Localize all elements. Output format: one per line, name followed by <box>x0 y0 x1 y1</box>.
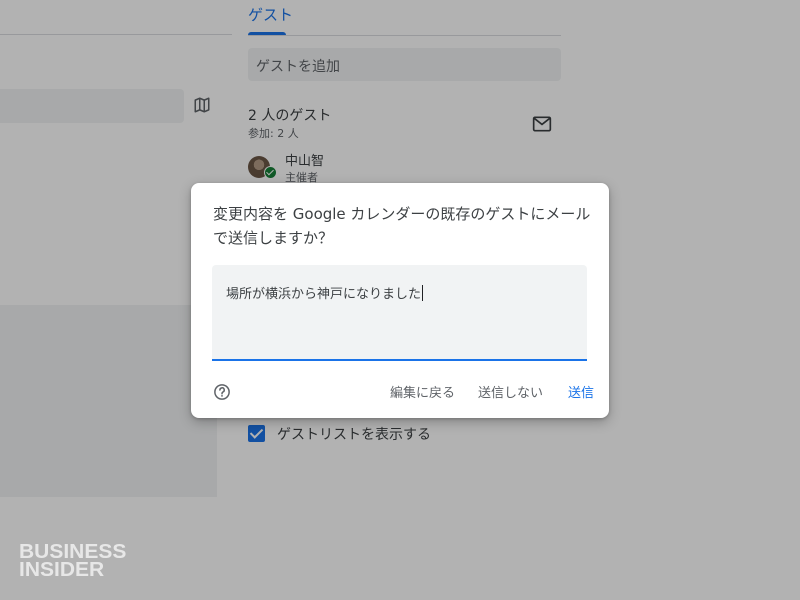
dont-send-button[interactable]: 送信しない <box>478 382 543 401</box>
send-button[interactable]: 送信 <box>568 382 594 401</box>
business-insider-watermark: BUSINESS INSIDER <box>19 541 127 581</box>
send-update-dialog: 変更内容を Google カレンダーの既存のゲストにメールで送信しますか？ 場所… <box>191 183 609 418</box>
text-caret <box>422 285 424 301</box>
help-icon[interactable] <box>213 383 231 401</box>
message-textarea[interactable]: 場所が横浜から神戸になりました <box>212 265 587 361</box>
message-text: 場所が横浜から神戸になりました <box>226 287 422 302</box>
dialog-title: 変更内容を Google カレンダーの既存のゲストにメールで送信しますか？ <box>213 205 591 247</box>
back-to-edit-button[interactable]: 編集に戻る <box>390 382 455 401</box>
